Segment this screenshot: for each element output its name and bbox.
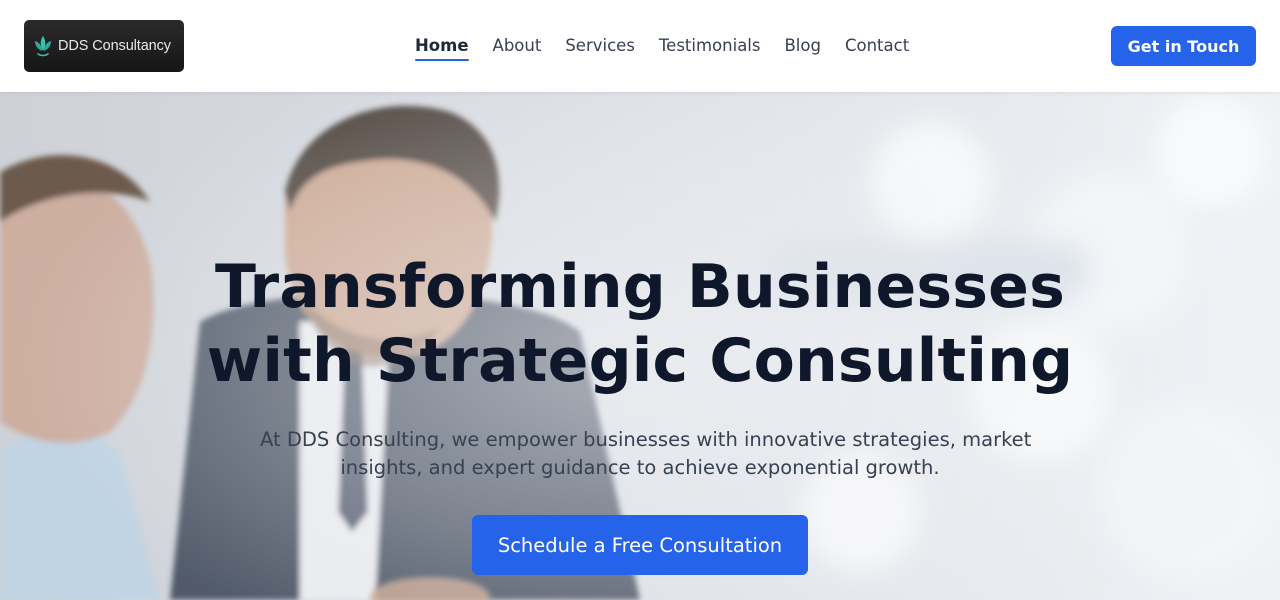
nav-home[interactable]: Home	[415, 35, 469, 61]
get-in-touch-button[interactable]: Get in Touch	[1111, 26, 1256, 66]
main-nav: Home About Services Testimonials Blog Co…	[415, 0, 909, 92]
hero-subtitle-line-1: At DDS Consulting, we empower businesses…	[260, 428, 1032, 451]
schedule-consultation-button[interactable]: Schedule a Free Consultation	[472, 515, 808, 575]
hero-section: Transforming Businesses with Strategic C…	[0, 92, 1280, 600]
lotus-leaf-icon	[35, 36, 51, 57]
brand-logo[interactable]: DDS Consultancy	[24, 20, 184, 72]
nav-contact[interactable]: Contact	[845, 35, 909, 57]
hero-subtitle: At DDS Consulting, we empower businesses…	[260, 426, 1032, 482]
hero-title-line-1: Transforming Businesses	[215, 252, 1065, 322]
hero-title: Transforming Businesses with Strategic C…	[190, 250, 1090, 398]
nav-about[interactable]: About	[493, 35, 542, 57]
brand-name: DDS Consultancy	[58, 38, 171, 54]
nav-services[interactable]: Services	[565, 35, 635, 57]
hero-title-line-2: with Strategic Consulting	[206, 326, 1074, 396]
hero-subtitle-line-2: insights, and expert guidance to achieve…	[340, 456, 940, 479]
nav-blog[interactable]: Blog	[784, 35, 820, 57]
site-header: DDS Consultancy Home About Services Test…	[0, 0, 1280, 92]
nav-testimonials[interactable]: Testimonials	[659, 35, 761, 57]
hero-content: Transforming Businesses with Strategic C…	[0, 92, 1280, 600]
